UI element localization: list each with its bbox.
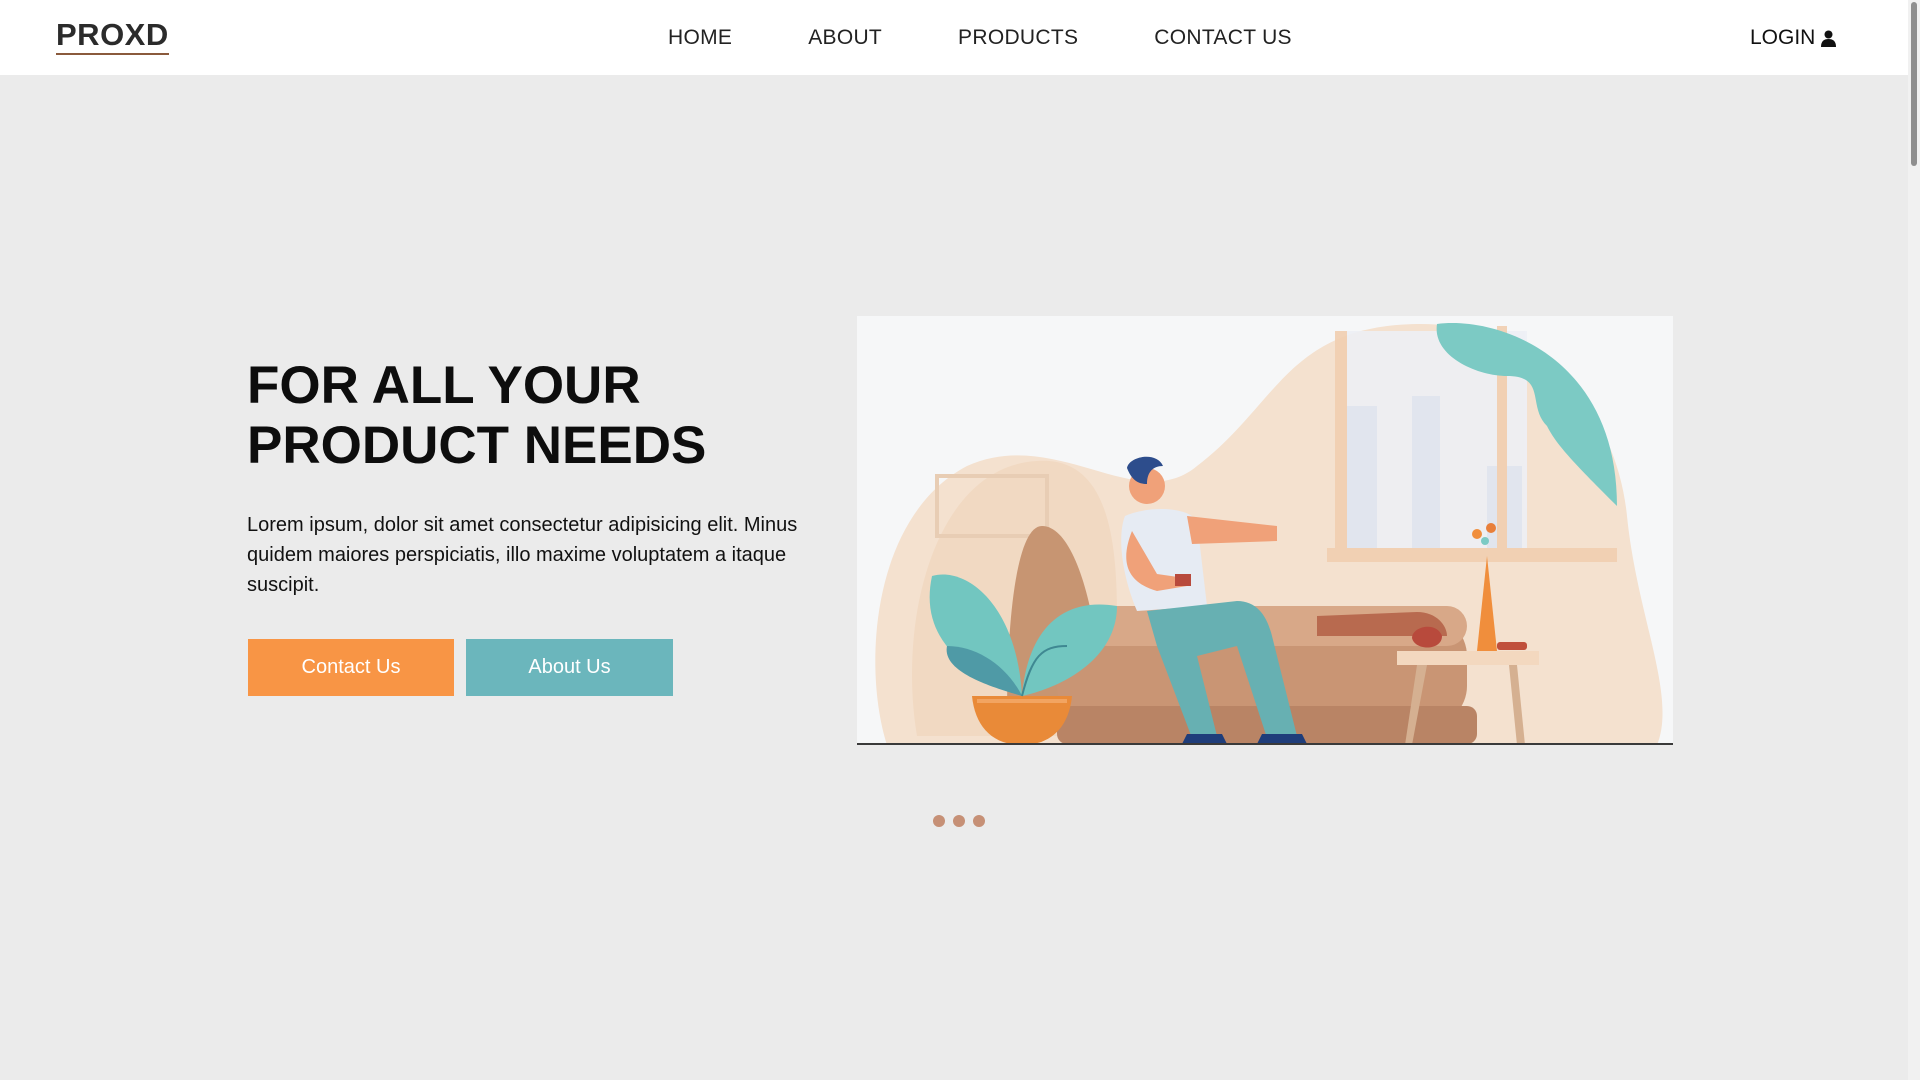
carousel-dots — [933, 815, 993, 827]
navbar: PROXD HOME ABOUT PRODUCTS CONTACT US LOG… — [0, 0, 1908, 75]
hero-illustration — [857, 316, 1673, 745]
login-link[interactable]: LOGIN — [1750, 26, 1837, 50]
carousel-dot-2[interactable] — [953, 815, 965, 827]
hero-description: Lorem ipsum, dolor sit amet consectetur … — [247, 514, 798, 596]
nav-about[interactable]: ABOUT — [808, 26, 882, 50]
nav-menu: HOME ABOUT PRODUCTS CONTACT US — [668, 26, 1292, 50]
hero-title: FOR ALL YOUR PRODUCT NEEDS — [247, 356, 807, 476]
carousel-dot-1[interactable] — [933, 815, 945, 827]
login-label: LOGIN — [1750, 26, 1816, 49]
logo[interactable]: PROXD — [56, 18, 169, 55]
carousel-dot-3[interactable] — [973, 815, 985, 827]
hero-title-line-1: FOR ALL YOUR — [247, 356, 641, 415]
contact-us-button[interactable]: Contact Us — [248, 639, 454, 696]
about-us-button[interactable]: About Us — [466, 639, 673, 696]
nav-contact-us[interactable]: CONTACT US — [1154, 26, 1292, 50]
nav-home[interactable]: HOME — [668, 26, 732, 50]
scrollbar-thumb[interactable] — [1911, 2, 1917, 166]
user-icon — [1821, 30, 1837, 47]
hero-title-line-2: PRODUCT NEEDS — [247, 416, 707, 475]
nav-products[interactable]: PRODUCTS — [958, 26, 1078, 50]
scrollbar[interactable] — [1908, 0, 1920, 1080]
